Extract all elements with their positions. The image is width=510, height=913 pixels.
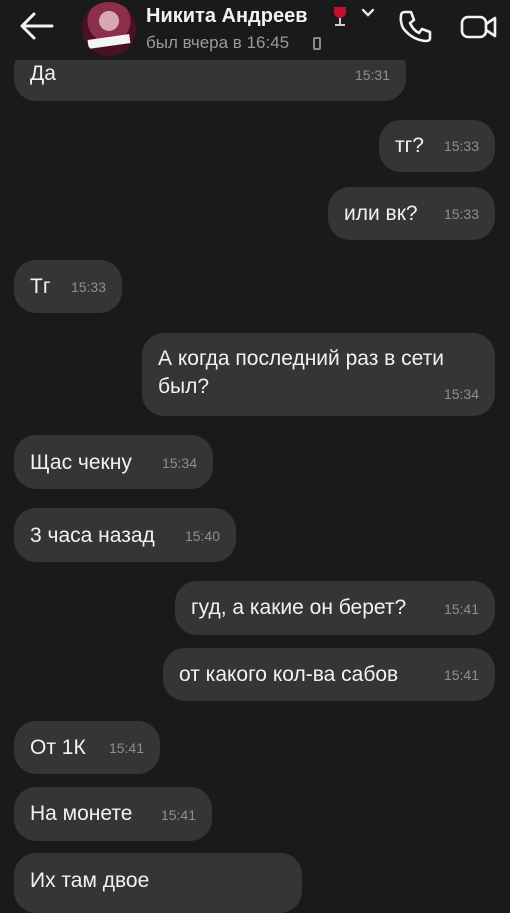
back-button[interactable] bbox=[14, 8, 58, 44]
phone-icon bbox=[399, 10, 432, 43]
wine-glass-icon bbox=[334, 7, 346, 26]
message-bubble-outgoing[interactable]: от какого кол-ва сабов 15:41 bbox=[163, 648, 495, 701]
message-time: 15:31 bbox=[354, 67, 390, 83]
message-time: 15:41 bbox=[160, 807, 196, 823]
message-text: А когда последний раз в сети был? bbox=[158, 347, 445, 398]
message-bubble-incoming[interactable]: От 1К 15:41 bbox=[14, 721, 160, 774]
message-time: 15:41 bbox=[108, 740, 144, 756]
message-text: Щас чекну bbox=[30, 451, 132, 474]
contact-name[interactable]: Никита Андреев bbox=[146, 5, 308, 28]
call-button[interactable] bbox=[396, 8, 434, 44]
last-seen-status: был вчера в 16:45 bbox=[146, 33, 290, 52]
message-text: На монете bbox=[30, 802, 133, 825]
arrow-left-icon bbox=[20, 12, 54, 40]
message-time: 15:33 bbox=[443, 206, 479, 222]
message-text: Тг bbox=[30, 275, 51, 298]
message-bubble-outgoing[interactable]: или вк? 15:33 bbox=[328, 187, 495, 240]
message-time: 15:41 bbox=[443, 667, 479, 683]
avatar-band bbox=[87, 34, 131, 49]
message-bubble-incoming[interactable]: Их там двое bbox=[14, 853, 302, 913]
message-bubble-incoming[interactable]: 3 часа назад 15:40 bbox=[14, 508, 236, 562]
message-time: 15:33 bbox=[443, 138, 479, 154]
avatar[interactable] bbox=[82, 2, 136, 56]
message-text: 3 часа назад bbox=[30, 524, 155, 547]
message-bubble-incoming[interactable]: Щас чекну 15:34 bbox=[14, 435, 213, 489]
message-time: 15:41 bbox=[443, 601, 479, 617]
message-bubble-incoming[interactable]: На монете 15:41 bbox=[14, 787, 212, 841]
message-time: 15:34 bbox=[161, 455, 197, 471]
message-bubble-outgoing[interactable]: гуд, а какие он берет? 15:41 bbox=[175, 581, 495, 635]
message-text: Их там двое bbox=[30, 869, 150, 892]
message-text: или вк? bbox=[344, 202, 418, 225]
chat-header: Никита Андреев был вчера в 16:45 bbox=[0, 0, 510, 60]
message-text: от какого кол-ва сабов bbox=[179, 663, 399, 686]
message-bubble-incoming[interactable]: Тг 15:33 bbox=[14, 260, 122, 313]
video-camera-icon bbox=[460, 15, 497, 39]
message-time: 15:40 bbox=[184, 528, 220, 544]
message-text: тг? bbox=[395, 134, 424, 157]
message-bubble-outgoing[interactable]: тг? 15:33 bbox=[379, 120, 495, 172]
message-time: 15:33 bbox=[70, 279, 106, 295]
message-list[interactable]: Да 15:31 тг? 15:33 или вк? 15:33 Тг 15:3… bbox=[0, 0, 510, 913]
video-call-button[interactable] bbox=[460, 12, 498, 42]
message-bubble-outgoing[interactable]: А когда последний раз в сети был? 15:34 bbox=[142, 333, 495, 416]
message-text: гуд, а какие он берет? bbox=[191, 596, 407, 619]
mobile-phone-icon bbox=[313, 37, 321, 50]
chevron-down-icon[interactable] bbox=[361, 8, 375, 18]
message-time: 15:34 bbox=[443, 386, 479, 402]
message-text: От 1К bbox=[30, 736, 86, 759]
message-text: Да bbox=[30, 62, 56, 85]
